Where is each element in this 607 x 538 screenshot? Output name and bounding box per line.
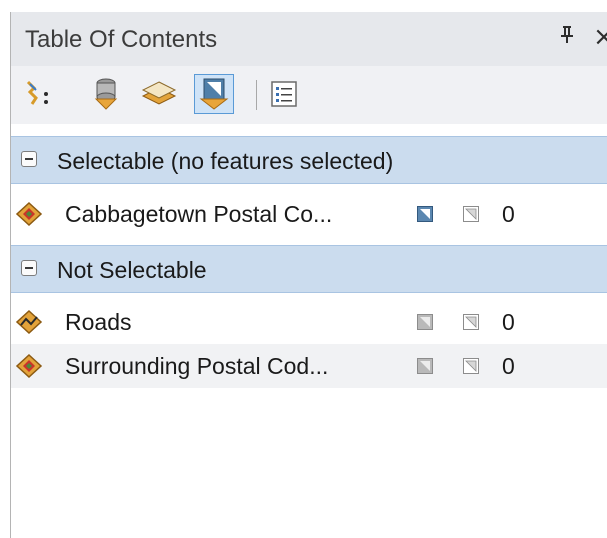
list-by-source-icon (94, 78, 118, 110)
selected-count: 0 (502, 309, 515, 335)
group-header-selectable[interactable]: Selectable (no features selected) (11, 136, 607, 184)
table-of-contents-panel: Table Of Contents × Selectable (no featu… (0, 0, 607, 538)
list-by-visibility-icon (141, 81, 177, 105)
layer-row-roads[interactable]: Roads 0 (11, 300, 607, 344)
select-features-icon[interactable] (463, 206, 479, 222)
layer-row-cabbagetown[interactable]: Cabbagetown Postal Co... 0 (11, 192, 607, 236)
options-icon (271, 81, 297, 107)
list-by-drawing-order-icon (26, 80, 48, 105)
select-features-icon[interactable] (463, 314, 479, 330)
layer-row-surrounding[interactable]: Surrounding Postal Cod... 0 (11, 344, 607, 388)
line-layer-icon (15, 309, 43, 335)
options-button[interactable] (264, 74, 304, 114)
polygon-layer-icon (15, 201, 43, 227)
group-header-not-selectable[interactable]: Not Selectable (11, 245, 607, 293)
list-by-source-button[interactable] (86, 74, 126, 114)
selectable-toggle-icon[interactable] (417, 206, 433, 222)
toc-toolbar (11, 66, 607, 124)
polygon-layer-icon (15, 353, 43, 379)
selectable-toggle-icon[interactable] (417, 314, 433, 330)
pin-icon[interactable] (559, 24, 575, 50)
selectable-toggle-icon[interactable] (417, 358, 433, 374)
title-bar[interactable]: Table Of Contents × (11, 12, 607, 66)
select-features-icon[interactable] (463, 358, 479, 374)
panel-title: Table Of Contents (25, 26, 218, 53)
collapse-icon[interactable] (21, 151, 37, 167)
list-by-visibility-button[interactable] (139, 74, 179, 114)
group-label: Not Selectable (57, 257, 207, 283)
layer-name: Roads (65, 309, 132, 335)
list-by-selection-icon (199, 78, 229, 110)
selected-count: 0 (502, 201, 515, 227)
toolbar-separator (256, 80, 257, 110)
group-label: Selectable (no features selected) (57, 148, 394, 174)
list-by-drawing-order-button[interactable] (21, 74, 61, 114)
layer-name: Cabbagetown Postal Co... (65, 201, 333, 227)
close-icon[interactable]: × (593, 22, 607, 52)
collapse-icon[interactable] (21, 260, 37, 276)
list-by-selection-button[interactable] (194, 74, 234, 114)
selected-count: 0 (502, 353, 515, 379)
layer-name: Surrounding Postal Cod... (65, 353, 329, 379)
